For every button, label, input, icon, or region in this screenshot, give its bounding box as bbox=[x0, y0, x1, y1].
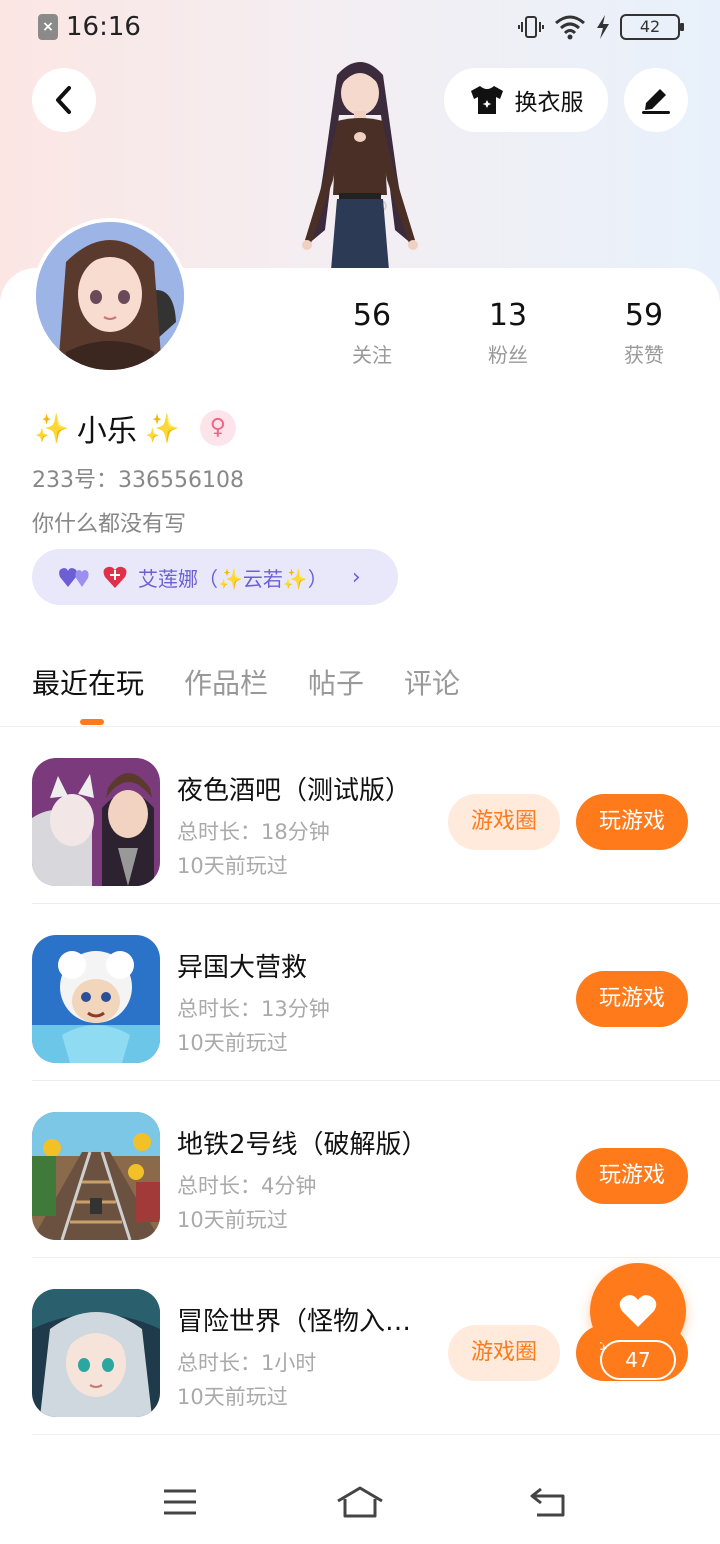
change-outfit-label: 换衣服 bbox=[514, 90, 584, 116]
play-game-button[interactable]: 玩游戏 bbox=[576, 971, 688, 1027]
stat-fans[interactable]: 13 粉丝 bbox=[448, 298, 568, 368]
purple-hearts-icon bbox=[59, 568, 89, 587]
game-icon-subway bbox=[32, 1112, 160, 1240]
sparkle-icon: ✨ bbox=[144, 411, 180, 445]
chevron-right-icon: › bbox=[351, 564, 361, 590]
row-divider bbox=[32, 903, 720, 904]
avatar-portrait bbox=[36, 222, 184, 370]
status-time: 16:16 bbox=[66, 12, 141, 42]
back-icon bbox=[530, 1487, 565, 1517]
game-title: 异国大营救 bbox=[177, 953, 308, 983]
home-button[interactable] bbox=[330, 1480, 390, 1524]
status-bar: × 16:16 42 bbox=[0, 0, 720, 58]
stat-fans-label: 粉丝 bbox=[488, 343, 528, 367]
back-nav-button[interactable] bbox=[518, 1480, 578, 1524]
game-circle-button[interactable]: 游戏圈 bbox=[448, 1325, 560, 1381]
stat-likes-count: 59 bbox=[624, 298, 664, 333]
tab-posts[interactable]: 帖子 bbox=[308, 662, 364, 702]
like-count: 47 bbox=[600, 1340, 676, 1380]
play-game-button[interactable]: 玩游戏 bbox=[576, 1148, 688, 1204]
row-divider bbox=[32, 1434, 720, 1435]
wifi-icon bbox=[555, 15, 585, 40]
relationship-pill[interactable]: 艾莲娜（✨云若✨） › bbox=[32, 549, 398, 605]
change-outfit-button[interactable]: 换衣服 bbox=[444, 68, 608, 132]
game-circle-button[interactable]: 游戏圈 bbox=[448, 794, 560, 850]
game-duration: 总时长：13分钟 bbox=[177, 997, 330, 1021]
home-icon bbox=[337, 1486, 383, 1518]
stat-likes[interactable]: 59 获赞 bbox=[584, 298, 704, 368]
game-last-played: 10天前玩过 bbox=[177, 854, 288, 878]
game-duration: 总时长：18分钟 bbox=[177, 820, 330, 844]
stat-following-count: 56 bbox=[352, 298, 392, 333]
game-last-played: 10天前玩过 bbox=[177, 1385, 288, 1409]
game-duration: 总时长：1小时 bbox=[177, 1351, 317, 1375]
avatar[interactable] bbox=[32, 218, 188, 374]
tab-works[interactable]: 作品栏 bbox=[184, 662, 268, 702]
tab-recently-played[interactable]: 最近在玩 bbox=[32, 662, 144, 702]
back-arrow-icon bbox=[56, 86, 71, 114]
menu-button[interactable] bbox=[150, 1480, 210, 1524]
mending-heart-icon bbox=[103, 566, 127, 588]
stat-fans-count: 13 bbox=[488, 298, 528, 333]
stat-likes-label: 获赞 bbox=[624, 343, 664, 367]
user-nickname: ✨ 小乐 ✨ ♀ bbox=[34, 406, 236, 450]
edit-pen-icon bbox=[642, 89, 670, 114]
edit-profile-button[interactable] bbox=[624, 68, 688, 132]
game-list-item[interactable]: 夜色酒吧（测试版） 总时长：18分钟 10天前玩过 游戏圈 玩游戏 bbox=[0, 728, 720, 904]
battery-icon: 42 bbox=[620, 14, 684, 40]
game-list-item[interactable]: 地铁2号线（破解版） 总时长：4分钟 10天前玩过 玩游戏 bbox=[0, 1082, 720, 1258]
vibrate-icon bbox=[518, 16, 544, 38]
account-id: 233号：336556108 bbox=[32, 468, 244, 493]
system-nav-bar bbox=[0, 1460, 720, 1544]
relationship-name: 艾莲娜（✨云若✨） bbox=[138, 566, 328, 591]
charging-icon bbox=[597, 15, 609, 39]
game-title: 冒险世界（怪物入… bbox=[177, 1307, 412, 1337]
shirt-icon bbox=[470, 86, 503, 114]
avatar-character-figure bbox=[302, 62, 418, 270]
menu-icon bbox=[164, 1489, 196, 1515]
row-divider bbox=[32, 1257, 720, 1258]
game-icon-adventure-world bbox=[32, 1289, 160, 1417]
row-divider bbox=[32, 1080, 720, 1081]
game-duration: 总时长：4分钟 bbox=[177, 1174, 317, 1198]
sparkle-icon: ✨ bbox=[34, 411, 69, 445]
game-icon-night-bar bbox=[32, 758, 160, 886]
game-list-item[interactable]: 异国大营救 总时长：13分钟 10天前玩过 玩游戏 bbox=[0, 905, 720, 1081]
female-gender-icon: ♀ bbox=[199, 410, 236, 446]
game-title: 地铁2号线（破解版） bbox=[177, 1130, 428, 1160]
play-game-button[interactable]: 玩游戏 bbox=[576, 794, 688, 850]
tab-comments[interactable]: 评论 bbox=[404, 662, 460, 702]
heart-icon bbox=[619, 1295, 657, 1327]
sim-off-icon: × bbox=[38, 14, 58, 40]
game-last-played: 10天前玩过 bbox=[177, 1031, 288, 1055]
user-bio: 你什么都没有写 bbox=[32, 512, 187, 537]
stat-following[interactable]: 56 关注 bbox=[312, 298, 432, 368]
profile-stats: 56 关注 13 粉丝 59 获赞 bbox=[300, 298, 720, 378]
stat-following-label: 关注 bbox=[352, 343, 392, 367]
game-title: 夜色酒吧（测试版） bbox=[177, 776, 412, 806]
game-icon-rescue bbox=[32, 935, 160, 1063]
back-button[interactable] bbox=[32, 68, 96, 132]
tabs-divider bbox=[0, 726, 720, 727]
active-tab-indicator bbox=[80, 719, 104, 725]
game-last-played: 10天前玩过 bbox=[177, 1208, 288, 1232]
user-name-text: 小乐 bbox=[76, 414, 137, 449]
profile-tabs: 最近在玩 作品栏 帖子 评论 bbox=[32, 662, 460, 702]
